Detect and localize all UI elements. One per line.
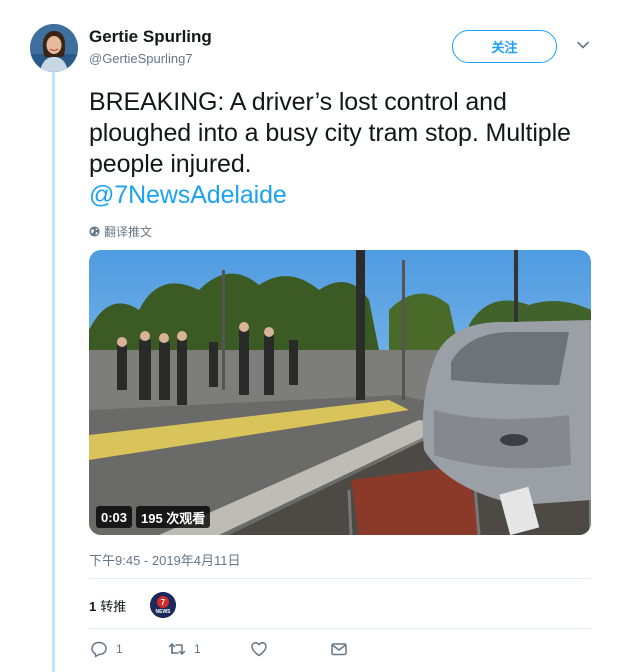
globe-icon [89,226,100,237]
tweet-timestamp[interactable]: 下午9:45 - 2019年4月11日 [89,550,241,569]
chevron-down-icon[interactable] [576,38,590,52]
reply-count: 1 [116,642,123,656]
retweeter-avatar-number: 7 [161,598,166,607]
envelope-icon [331,643,347,656]
retweet-action-count: 1 [194,642,201,656]
video-thumbnail [89,250,591,535]
retweeter-avatar[interactable]: 7 NEWS [150,592,176,618]
tweet-body: BREAKING: A driver’s lost control and pl… [89,88,571,178]
retweeter-avatar-text: NEWS [156,609,172,615]
tweet-text: BREAKING: A driver’s lost control and pl… [89,87,589,211]
retweet-count: 1 [89,599,97,614]
user-handle[interactable]: @GertieSpurling7 [89,51,193,66]
like-button[interactable] [250,640,268,658]
heart-icon [251,642,267,657]
divider [89,628,591,629]
retweet-label: 转推 [100,599,127,614]
user-name[interactable]: Gertie Spurling [89,27,212,47]
direct-message-button[interactable] [330,640,348,658]
reply-icon [91,641,107,658]
mention-link[interactable]: @7NewsAdelaide [89,180,589,211]
divider [89,578,591,579]
video-player[interactable] [89,250,591,535]
retweet-button[interactable]: 1 [168,640,201,658]
video-views: 195 次观看 [136,506,211,528]
translate-link[interactable]: 翻译推文 [89,223,152,240]
follow-button[interactable]: 关注 [452,30,557,63]
translate-label: 翻译推文 [104,225,153,239]
retweet-stats[interactable]: 1 转推 [89,596,126,615]
video-duration: 0:03 [96,506,133,528]
thread-line [52,70,55,672]
reply-button[interactable]: 1 [90,640,123,658]
avatar[interactable] [30,24,78,72]
retweet-icon [168,643,186,655]
